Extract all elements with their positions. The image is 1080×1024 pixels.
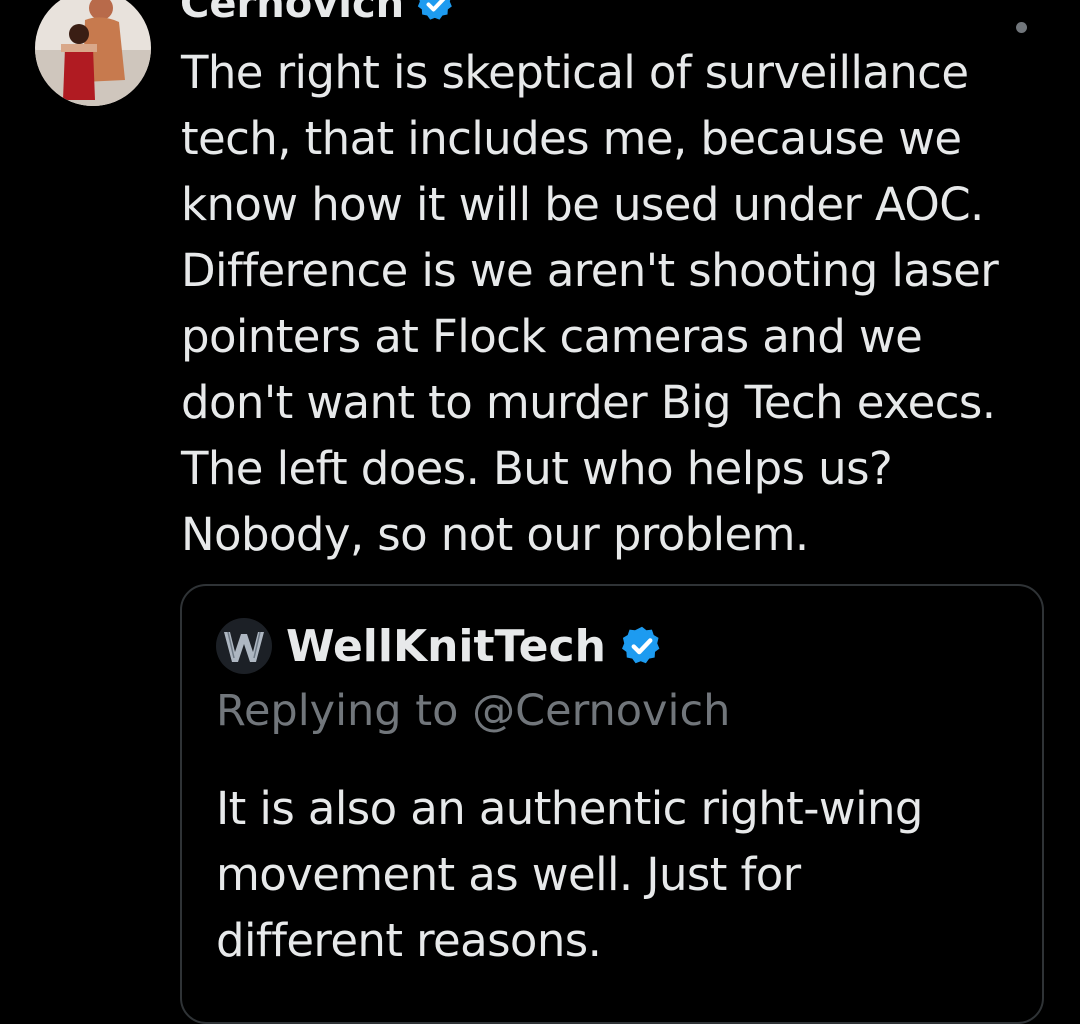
redacted-area xyxy=(668,624,1008,664)
tweet-author-name[interactable]: Cernovich xyxy=(180,0,404,27)
avatar-photo xyxy=(35,0,151,106)
replying-to-text: Replying to @Cernovich xyxy=(216,686,731,736)
quoted-author-name[interactable]: WellKnitTech xyxy=(286,621,606,672)
more-options-icon[interactable] xyxy=(1016,22,1027,33)
quoted-tweet-card[interactable]: WellKnitTech Replying to @Cernovich It i… xyxy=(180,584,1044,1024)
quoted-tweet-header: WellKnitTech xyxy=(216,616,664,676)
tweet-author-row: Cernovich xyxy=(180,0,456,30)
quoted-avatar-logo xyxy=(216,618,272,674)
author-avatar[interactable] xyxy=(35,0,151,106)
verified-badge-icon xyxy=(417,0,452,20)
quoted-author-avatar[interactable] xyxy=(216,618,272,674)
tweet-text: The right is skeptical of surveillance t… xyxy=(181,46,999,561)
quoted-tweet-text: It is also an authentic right-wing movem… xyxy=(216,782,923,967)
verified-badge-icon xyxy=(621,626,660,664)
